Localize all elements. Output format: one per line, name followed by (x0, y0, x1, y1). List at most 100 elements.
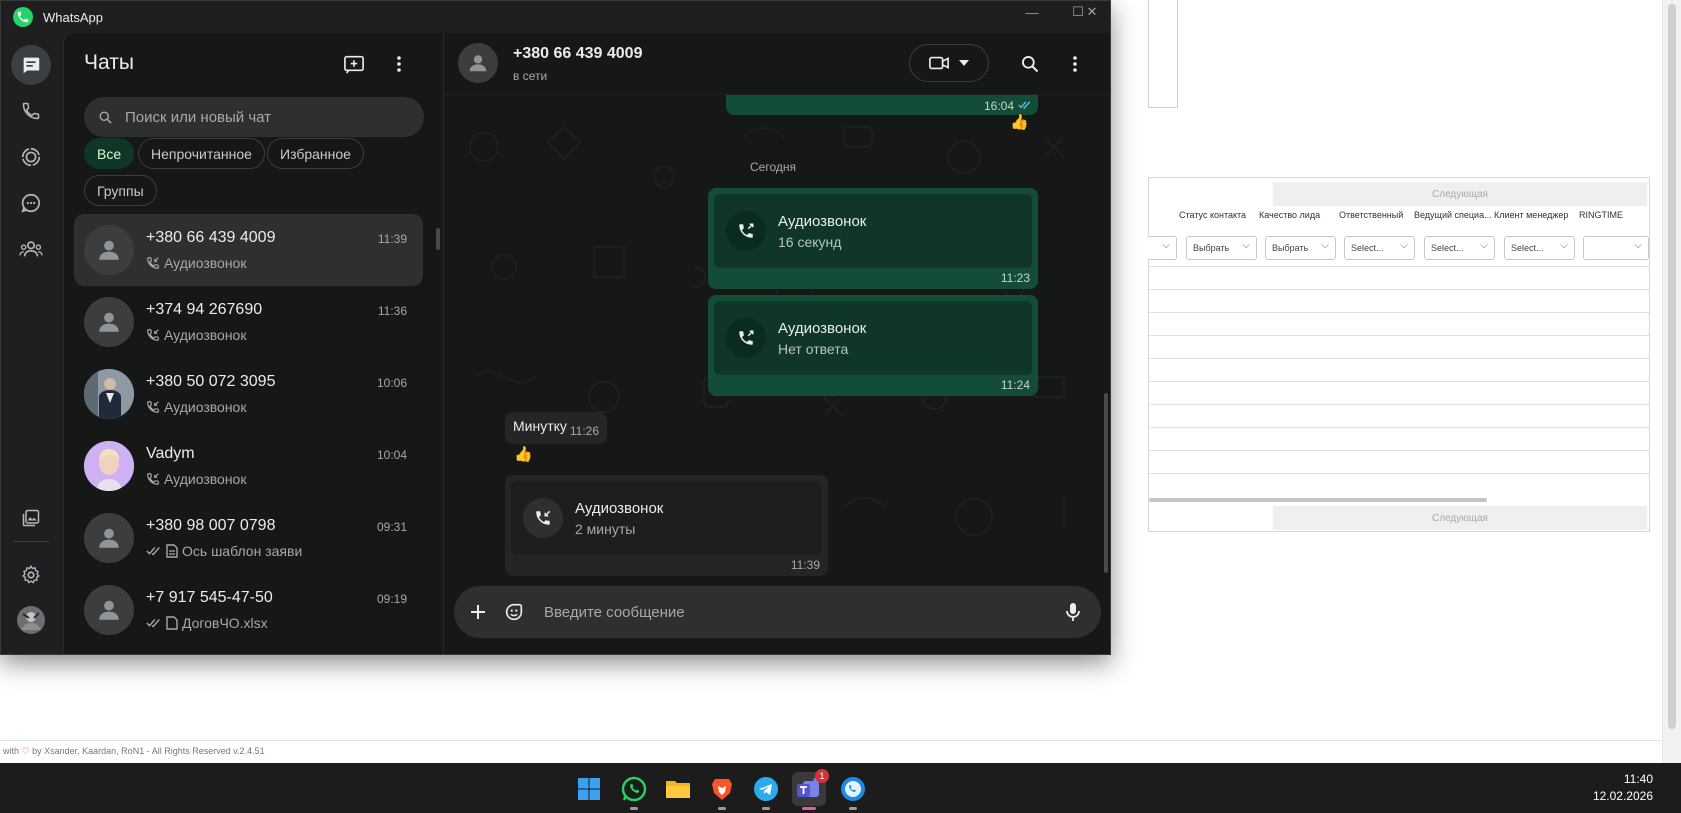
contact-name[interactable]: +380 66 439 4009 (513, 45, 642, 63)
calls-icon[interactable] (11, 91, 51, 131)
chat-list-panel: Чаты Все Непрочитанное Избранное Группы … (63, 33, 444, 654)
file-explorer-icon[interactable] (661, 772, 695, 806)
table-row (1149, 381, 1649, 382)
message-bubble[interactable]: 16:04 (726, 95, 1038, 115)
call-card[interactable]: Аудиозвонок 16 секунд (714, 194, 1032, 268)
attach-plus-icon[interactable] (460, 594, 496, 630)
last-message-text: Ось шаблон заяви (182, 543, 303, 559)
telegram-icon[interactable] (749, 772, 783, 810)
windows-taskbar: 1 11:40 12.02.2026 (0, 763, 1681, 813)
message-time: 11:26 (569, 424, 599, 438)
notification-badge: 1 (815, 769, 829, 783)
conversation-menu-icon[interactable] (1060, 49, 1090, 79)
column-header[interactable]: Клиент менеджер (1494, 210, 1568, 220)
filter-chip-favorites[interactable]: Избранное (267, 138, 364, 169)
conversation-scrollbar[interactable] (1104, 393, 1108, 573)
message-composer (454, 586, 1101, 638)
message-bubble[interactable]: Аудиозвонок 16 секунд 11:23 (708, 188, 1038, 289)
windows-start-icon[interactable] (572, 772, 606, 806)
status-icon[interactable] (11, 137, 51, 177)
search-icon (99, 111, 112, 124)
running-indicator (849, 807, 857, 810)
incoming-call-icon (147, 257, 159, 269)
chevron-down-icon (959, 60, 969, 66)
rail-divider (13, 541, 49, 542)
contact-avatar[interactable] (458, 43, 498, 83)
message-bubble[interactable]: Аудиозвонок 2 минуты 11:39 (505, 475, 828, 576)
column-header[interactable]: Ответственный (1339, 210, 1403, 220)
filter-chip-unread[interactable]: Непрочитанное (138, 138, 265, 169)
filter-select[interactable]: Выбрать (1186, 236, 1257, 260)
table-row (1149, 427, 1649, 428)
background-table-panel: Следующая Статус контакта Качество лида … (1147, 177, 1650, 532)
message-bubble[interactable]: Аудиозвонок Нет ответа 11:24 (708, 295, 1038, 396)
new-chat-icon[interactable] (339, 49, 369, 79)
channels-icon[interactable] (11, 183, 51, 223)
chat-item[interactable]: +380 66 439 4009 11:39 Аудиозвонок (74, 214, 423, 286)
call-duration: 16 секунд (778, 233, 842, 250)
media-icon[interactable] (11, 498, 51, 538)
whatsapp-taskbar-icon[interactable] (617, 772, 651, 810)
message-input[interactable] (544, 603, 1024, 621)
page-footer: with ♡ by Xsander, Kaardan, RoN1 - All R… (0, 740, 1660, 762)
close-icon[interactable]: ✕ (1069, 1, 1110, 23)
chat-time: 09:19 (376, 592, 407, 606)
filter-select[interactable]: Выбрать (1265, 236, 1336, 260)
filter-select[interactable] (1147, 236, 1177, 260)
avatar (84, 369, 134, 419)
background-top-box (1148, 0, 1178, 108)
search-icon[interactable] (1015, 49, 1045, 79)
filter-chip-all[interactable]: Все (84, 138, 135, 169)
chat-name: Vadym (146, 445, 195, 462)
filter-select[interactable]: Select... (1344, 236, 1415, 260)
incoming-call-icon (147, 329, 159, 341)
table-row (1149, 266, 1649, 267)
search-box[interactable] (84, 97, 424, 137)
next-page-button-top[interactable]: Следующая (1273, 182, 1647, 206)
chat-item[interactable]: +380 50 072 3095 10:06 Аудиозвонок (74, 358, 423, 430)
table-row (1149, 289, 1649, 290)
next-page-button-bottom[interactable]: Следующая (1273, 506, 1647, 530)
call-card[interactable]: Аудиозвонок 2 минуты (511, 481, 822, 555)
profile-avatar[interactable] (11, 600, 51, 640)
scrollbar-thumb[interactable] (1668, 4, 1676, 729)
brave-browser-icon[interactable] (705, 772, 739, 810)
filter-select[interactable]: Select... (1504, 236, 1575, 260)
running-indicator (718, 807, 726, 810)
communities-icon[interactable] (11, 229, 51, 269)
teams-icon[interactable]: 1 (792, 769, 829, 810)
chat-item[interactable]: +374 94 267690 11:36 Аудиозвонок (74, 286, 423, 358)
reaction-emoji[interactable]: 👍 (514, 445, 533, 463)
chat-item[interactable]: Vadym 10:04 Аудиозвонок (74, 430, 423, 502)
sticker-icon[interactable] (496, 594, 532, 630)
chat-list-scrollbar[interactable] (436, 228, 440, 250)
message-bubble[interactable]: Минутку 11:26 (505, 412, 607, 444)
phone-app-icon[interactable] (836, 772, 870, 810)
settings-icon[interactable] (11, 555, 51, 595)
chat-item[interactable]: +7 917 545-47-50 09:19 ДоговЧО.xlsx (74, 574, 423, 646)
column-header[interactable]: Статус контакта (1179, 210, 1246, 220)
chat-name: +380 66 439 4009 (146, 229, 276, 246)
message-text: Минутку (513, 418, 567, 434)
chats-icon[interactable] (11, 45, 51, 85)
filter-chip-groups[interactable]: Группы (84, 175, 157, 206)
chat-item[interactable]: +380 98 007 0798 09:31 Ось шаблон заяви (74, 502, 423, 574)
video-call-button[interactable] (909, 44, 989, 82)
column-header[interactable]: RINGTIME (1579, 210, 1623, 220)
avatar (84, 297, 134, 347)
call-title: Аудиозвонок (778, 319, 867, 337)
page-scrollbar[interactable] (1662, 0, 1681, 763)
ringtime-filter[interactable] (1583, 236, 1649, 260)
search-input[interactable] (125, 108, 395, 126)
microphone-icon[interactable] (1055, 594, 1091, 630)
chat-last-message: Аудиозвонок (146, 471, 246, 487)
horizontal-scrollbar[interactable] (1149, 498, 1487, 502)
reaction-emoji[interactable]: 👍 (1010, 113, 1029, 131)
system-clock[interactable]: 11:40 12.02.2026 (1593, 771, 1653, 805)
call-card[interactable]: Аудиозвонок Нет ответа (714, 301, 1032, 375)
menu-icon[interactable] (384, 49, 414, 79)
column-header[interactable]: Качество лида (1259, 210, 1320, 220)
minimize-icon[interactable]: — (1009, 1, 1055, 23)
filter-select[interactable]: Select... (1424, 236, 1495, 260)
column-header[interactable]: Ведущий специа... (1414, 210, 1492, 220)
